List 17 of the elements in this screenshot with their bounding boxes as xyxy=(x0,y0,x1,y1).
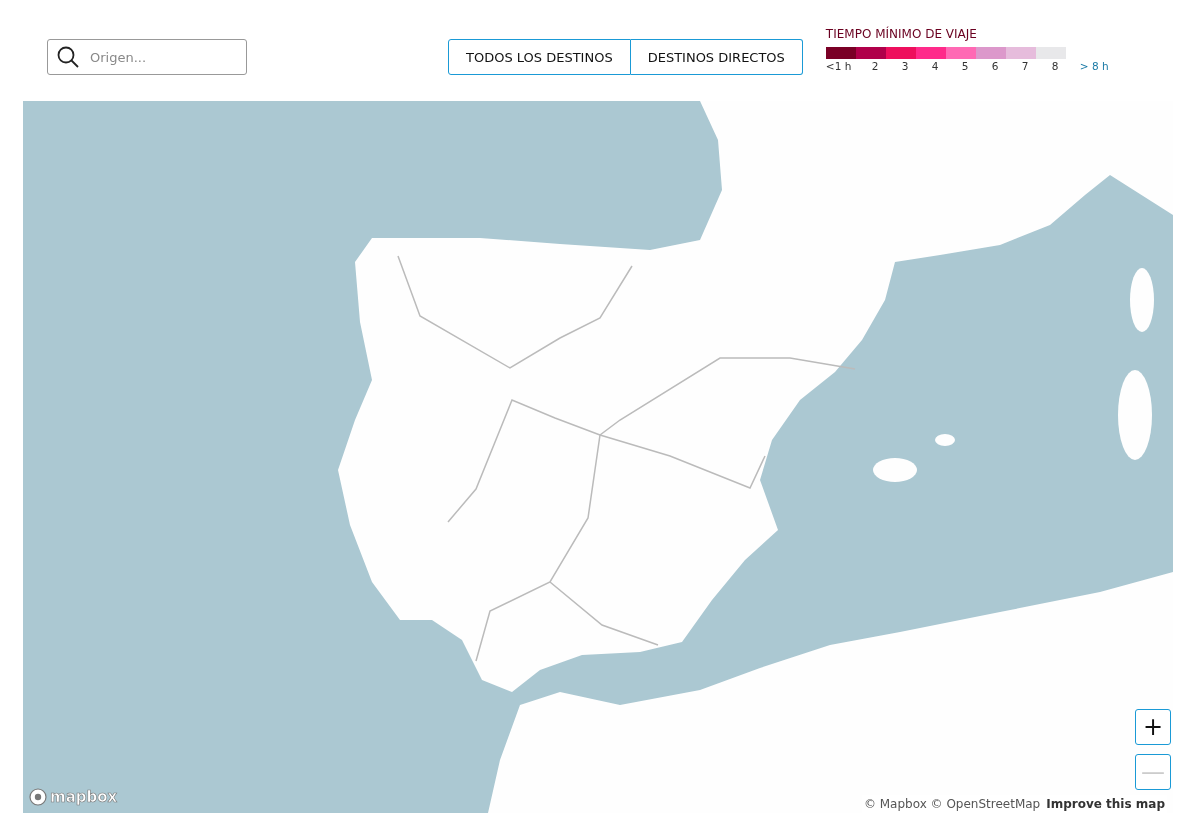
legend-label: 3 xyxy=(900,60,910,72)
improve-map-link[interactable]: Improve this map xyxy=(1046,797,1165,811)
legend-label: 7 xyxy=(1020,60,1030,72)
legend-label: > 8 h xyxy=(1078,60,1110,72)
zoom-button[interactable]: + xyxy=(1135,709,1171,745)
legend-label: 6 xyxy=(990,60,1000,72)
legend-label: 4 xyxy=(930,60,940,72)
legend-label: <1 h xyxy=(825,60,853,72)
legend-label: 2 xyxy=(870,60,880,72)
filter-tab[interactable]: TODOS LOS DESTINOS xyxy=(448,39,631,75)
search-field[interactable]: Origen... xyxy=(47,39,247,75)
logo-icon xyxy=(29,788,47,806)
legend-label: 8 xyxy=(1050,60,1060,72)
filter-tab[interactable]: DESTINOS DIRECTOS xyxy=(630,39,803,75)
attribution-text: © Mapbox © OpenStreetMap xyxy=(863,797,1041,811)
legend-label: 5 xyxy=(960,60,970,72)
legend-title: TIEMPO MÍNIMO DE VIAJE xyxy=(825,27,978,41)
